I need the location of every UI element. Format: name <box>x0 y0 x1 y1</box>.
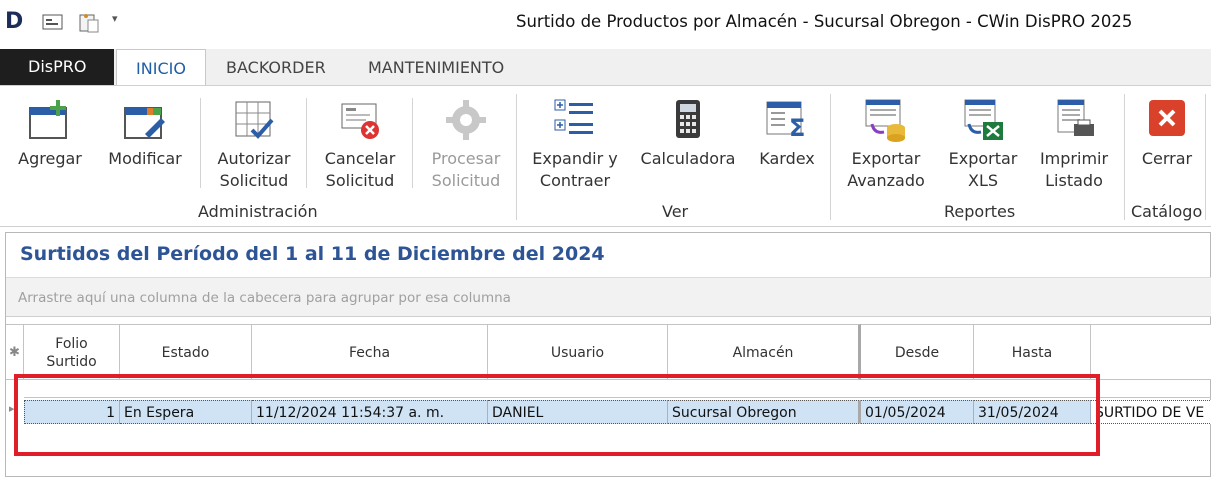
column-header-observaciones[interactable] <box>1091 324 1211 380</box>
cerrar-button[interactable]: Cerrar <box>1134 86 1200 170</box>
clipboard-icon[interactable] <box>78 12 100 33</box>
autorizar-label-1: Autorizar <box>217 149 291 168</box>
cerrar-label: Cerrar <box>1141 149 1193 168</box>
add-window-icon <box>26 98 74 142</box>
app-logo: D <box>5 9 24 34</box>
close-icon <box>1143 98 1191 142</box>
tab-backorder[interactable]: BACKORDER <box>226 49 330 85</box>
folio-header-line-1: Folio <box>55 336 88 352</box>
separator <box>306 98 307 188</box>
group-by-area[interactable]: Arrastre aquí una columna de la cabecera… <box>6 277 1211 317</box>
group-separator <box>1124 94 1125 220</box>
exportar-xls-label-1: Exportar <box>948 149 1018 168</box>
group-separator <box>1205 94 1206 220</box>
exportar-avanzado-label-2: Avanzado <box>847 171 925 190</box>
group-separator <box>830 94 831 220</box>
tab-inicio-label: INICIO <box>136 59 186 78</box>
calculadora-label: Calculadora <box>640 149 736 168</box>
exportar-avanzado-button[interactable]: Exportar Avanzado <box>838 86 934 192</box>
almacen-header-label: Almacén <box>732 345 794 361</box>
highlight-box <box>14 374 1100 456</box>
kardex-sum-icon: Σ <box>763 98 811 142</box>
group-by-hint: Arrastre aquí una columna de la cabecera… <box>18 290 511 306</box>
group-label-ver: Ver <box>662 202 689 221</box>
ribbon: Agregar Modificar Autorizar Solicitud Ca… <box>0 85 1211 227</box>
printer-icon <box>1050 98 1098 142</box>
svg-text:Σ: Σ <box>789 114 805 142</box>
column-header-almacen[interactable]: Almacén <box>668 324 861 380</box>
group-separator <box>516 94 517 220</box>
column-header-folio[interactable]: Folio Surtido <box>24 324 120 380</box>
tab-backorder-label: BACKORDER <box>226 58 326 77</box>
authorize-grid-icon <box>230 98 278 142</box>
imprimir-label-1: Imprimir <box>1039 149 1109 168</box>
calculator-icon <box>664 98 712 142</box>
expandir-label-2: Contraer <box>539 171 611 190</box>
kardex-label: Kardex <box>759 149 815 168</box>
procesar-label-1: Procesar <box>431 149 501 168</box>
autorizar-solicitud-button[interactable]: Autorizar Solicitud <box>210 86 298 192</box>
exportar-xls-button[interactable]: Exportar XLS <box>940 86 1026 192</box>
exportar-avanzado-label-1: Exportar <box>851 149 921 168</box>
modificar-button[interactable]: Modificar <box>102 86 188 170</box>
title-bar: D ▾ Surtido de Productos por Almacén - S… <box>0 0 1211 44</box>
separator <box>200 98 201 188</box>
window-title: Surtido de Productos por Almacén - Sucur… <box>516 12 1133 31</box>
tab-mantenimiento[interactable]: MANTENIMIENTO <box>368 49 518 85</box>
new-row-star-icon: ✱ <box>9 345 20 360</box>
column-header-usuario[interactable]: Usuario <box>488 324 668 380</box>
group-label-reportes: Reportes <box>944 202 1016 221</box>
exportar-xls-label-2: XLS <box>967 171 999 190</box>
column-header-desde[interactable]: Desde <box>861 324 974 380</box>
agregar-label: Agregar <box>18 149 82 168</box>
expandir-label-1: Expandir y <box>532 149 618 168</box>
agregar-button[interactable]: Agregar <box>10 86 90 170</box>
modificar-label: Modificar <box>108 149 182 168</box>
edit-window-icon <box>121 98 169 142</box>
imprimir-label-2: Listado <box>1045 171 1103 190</box>
qa-dropdown-icon[interactable]: ▾ <box>112 12 118 25</box>
group-label-catalogo: Catálogo <box>1131 202 1203 221</box>
cancel-document-icon <box>336 98 384 142</box>
tab-dispro[interactable]: DisPRO <box>0 49 114 85</box>
autorizar-label-2: Solicitud <box>219 171 289 190</box>
ribbon-tabs: DisPRO INICIO BACKORDER MANTENIMIENTO <box>0 49 1211 86</box>
export-database-icon <box>862 98 910 142</box>
kardex-button[interactable]: Σ Kardex <box>750 86 824 170</box>
cancelar-solicitud-button[interactable]: Cancelar Solicitud <box>316 86 404 192</box>
tab-mantenimiento-label: MANTENIMIENTO <box>368 58 505 77</box>
export-excel-icon <box>959 98 1007 142</box>
column-header-estado[interactable]: Estado <box>120 324 252 380</box>
imprimir-listado-button[interactable]: Imprimir Listado <box>1032 86 1116 192</box>
gear-icon <box>442 98 490 142</box>
column-header-hasta[interactable]: Hasta <box>974 324 1091 380</box>
expand-tree-icon <box>551 98 599 142</box>
cell-observaciones[interactable]: SURTIDO DE VE <box>1091 400 1211 424</box>
folio-header-line-2: Surtido <box>46 354 97 370</box>
page-title: Surtidos del Período del 1 al 11 de Dici… <box>20 243 605 265</box>
procesar-label-2: Solicitud <box>431 171 501 190</box>
column-header-fecha[interactable]: Fecha <box>252 324 488 380</box>
fecha-header-label: Fecha <box>348 345 391 361</box>
separator <box>412 98 413 188</box>
cancelar-label-1: Cancelar <box>324 149 396 168</box>
group-label-administracion: Administración <box>198 202 318 221</box>
desde-header-label: Desde <box>894 345 940 361</box>
quick-access-icon[interactable] <box>42 12 64 32</box>
usuario-header-label: Usuario <box>550 345 605 361</box>
estado-header-label: Estado <box>161 345 210 361</box>
expandir-contraer-button[interactable]: Expandir y Contraer <box>526 86 624 192</box>
row-indicator-header: ✱ <box>6 324 24 380</box>
calculadora-button[interactable]: Calculadora <box>636 86 740 170</box>
cancelar-label-2: Solicitud <box>325 171 395 190</box>
hasta-header-label: Hasta <box>1011 345 1053 361</box>
procesar-solicitud-button[interactable]: Procesar Solicitud <box>422 86 510 192</box>
tab-inicio[interactable]: INICIO <box>116 49 206 86</box>
